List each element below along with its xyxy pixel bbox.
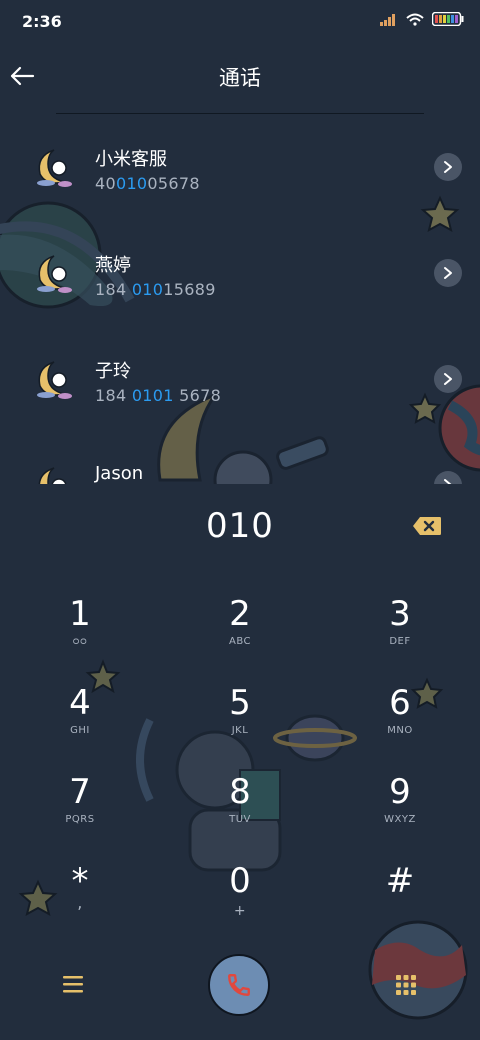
contact-name: 燕婷 [95, 255, 131, 276]
moon-avatar-icon [37, 255, 72, 293]
dial-key-star[interactable]: * , [20, 861, 140, 941]
wifi-icon [406, 13, 424, 26]
contact-list-item[interactable]: 燕婷 184 01015689 [0, 220, 480, 326]
moon-avatar-icon [37, 361, 72, 399]
backspace-icon[interactable] [412, 516, 442, 536]
contact-name: 子玲 [95, 361, 131, 382]
match-highlight: 010 [131, 280, 164, 299]
contact-detail-button[interactable] [434, 471, 462, 484]
contact-number: 184 0101 5678 [95, 386, 222, 405]
phone-icon [228, 974, 250, 996]
status-icons [380, 12, 464, 26]
bottom-action-bar [0, 953, 480, 1023]
dial-key-7[interactable]: 7 PQRS [20, 772, 140, 852]
dial-key-1[interactable]: 1 ᴑᴑ [20, 594, 140, 674]
contact-list[interactable]: 小米客服 4001005678 燕婷 184 01015689 子玲 184 0… [0, 114, 480, 484]
match-highlight: 010 [115, 174, 148, 193]
chevron-right-icon [444, 267, 452, 279]
contact-name: 小米客服 [95, 149, 167, 170]
dial-key-8[interactable]: 8 TUV [180, 772, 300, 852]
dial-key-5[interactable]: 5 JKL [180, 683, 300, 763]
status-bar: 2:36 [0, 0, 480, 44]
header: 通话 [0, 50, 480, 110]
moon-avatar-icon [37, 149, 72, 187]
contact-detail-button[interactable] [434, 153, 462, 181]
dial-key-4[interactable]: 4 GHI [20, 683, 140, 763]
contact-name: Jason [95, 463, 144, 484]
contact-list-item[interactable]: Jason [0, 432, 480, 484]
dial-input-display[interactable]: 010 [0, 506, 480, 546]
menu-icon[interactable] [60, 973, 86, 995]
contact-detail-button[interactable] [434, 259, 462, 287]
contact-number: 4001005678 [95, 174, 200, 193]
status-time: 2:36 [22, 12, 62, 31]
contact-list-item[interactable]: 小米客服 4001005678 [0, 114, 480, 220]
dial-key-hash[interactable]: # [340, 861, 460, 941]
contact-list-item[interactable]: 子玲 184 0101 5678 [0, 326, 480, 432]
dial-key-2[interactable]: 2 ABC [180, 594, 300, 674]
call-button[interactable] [208, 954, 270, 1016]
dial-key-0[interactable]: 0 + [180, 861, 300, 941]
moon-avatar-icon [38, 467, 67, 484]
contact-detail-button[interactable] [434, 365, 462, 393]
page-title: 通话 [219, 66, 261, 90]
match-highlight: 0101 [131, 386, 174, 405]
dialpad-icon[interactable] [394, 973, 418, 997]
contact-number: 184 01015689 [95, 280, 216, 299]
dial-key-3[interactable]: 3 DEF [340, 594, 460, 674]
voicemail-icon: ᴑᴑ [72, 636, 88, 647]
signal-icon [380, 13, 395, 26]
dial-key-9[interactable]: 9 WXYZ [340, 772, 460, 852]
chevron-right-icon [444, 373, 452, 385]
dial-key-6[interactable]: 6 MNO [340, 683, 460, 763]
chevron-right-icon [444, 161, 452, 173]
battery-icon [432, 12, 464, 26]
